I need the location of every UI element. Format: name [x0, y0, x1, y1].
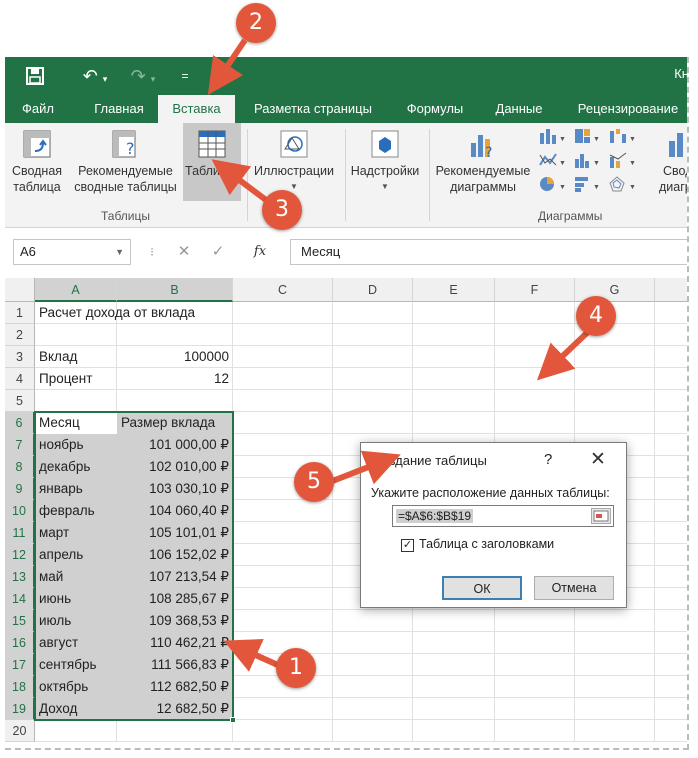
- callout-5: 5: [294, 462, 334, 502]
- arrow-1: [223, 638, 282, 672]
- arrow-2: [207, 38, 248, 95]
- callout-4: 4: [576, 296, 616, 336]
- arrow-5: [328, 450, 401, 485]
- callout-3: 3: [262, 190, 302, 230]
- callout-1: 1: [276, 648, 316, 688]
- arrow-4: [536, 327, 593, 381]
- callout-arrows: [207, 38, 593, 672]
- arrow-3: [211, 159, 268, 203]
